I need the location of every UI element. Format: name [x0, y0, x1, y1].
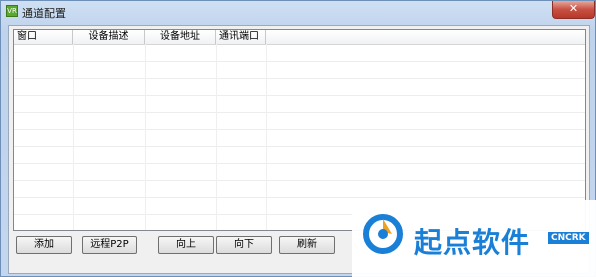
move-down-button[interactable]: 向下 — [216, 236, 272, 254]
column-header-device-addr[interactable]: 设备地址 — [145, 30, 216, 44]
grid-row-line — [14, 61, 585, 62]
grid-row-line — [14, 112, 585, 113]
grid-column-line — [73, 44, 74, 230]
close-button[interactable]: ✕ — [552, 1, 595, 19]
grid-row-line — [14, 180, 585, 181]
refresh-button[interactable]: 刷新 — [279, 236, 335, 254]
grid-column-line — [216, 44, 217, 230]
grid-row-line — [14, 163, 585, 164]
column-header-device-desc[interactable]: 设备描述 — [73, 30, 145, 44]
grid-row-line — [14, 146, 585, 147]
watermark-text: 起点软件 — [414, 226, 531, 259]
window-title: 通道配置 — [22, 7, 66, 20]
title-bar[interactable]: VR 通道配置 ✕ — [1, 1, 596, 25]
grid-row-line — [14, 78, 585, 79]
app-icon: VR — [6, 5, 18, 17]
column-header-window[interactable]: 窗口 — [14, 30, 73, 44]
column-header-comm-port[interactable]: 通讯端口 — [216, 30, 266, 44]
grid-row-line — [14, 95, 585, 96]
watermark-badge: CNCRK — [548, 232, 589, 244]
move-up-button[interactable]: 向上 — [158, 236, 214, 254]
list-header: 窗口 设备描述 设备地址 通讯端口 — [14, 30, 585, 45]
grid-column-line — [266, 44, 267, 230]
grid-column-line — [145, 44, 146, 230]
add-button[interactable]: 添加 — [16, 236, 72, 254]
grid-row-line — [14, 129, 585, 130]
grid-row-line — [14, 197, 585, 198]
remote-p2p-button[interactable]: 远程P2P — [82, 236, 137, 254]
watermark-logo-icon — [363, 214, 403, 254]
